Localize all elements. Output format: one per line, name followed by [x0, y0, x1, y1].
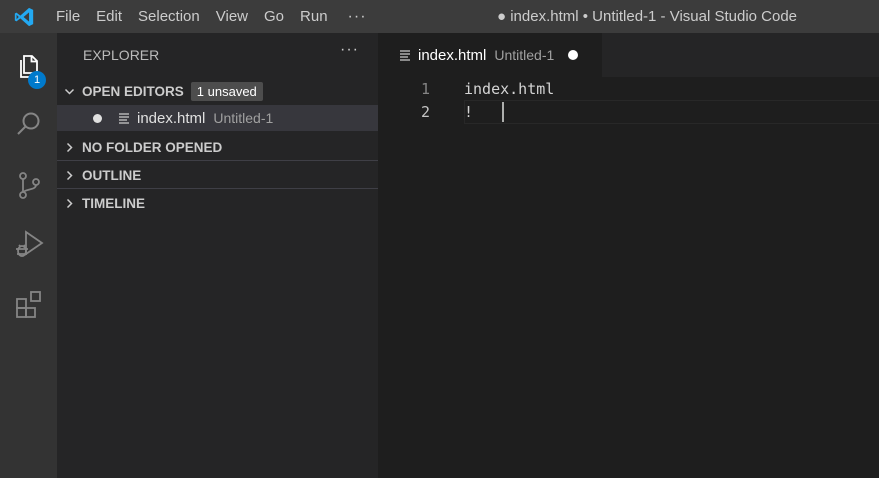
explorer-sidebar: EXPLORER ··· OPEN EDITORS 1 unsaved inde…: [57, 33, 378, 478]
sidebar-more-button[interactable]: ···: [340, 41, 359, 59]
chevron-right-icon: [64, 198, 75, 209]
file-lines-icon: [399, 49, 411, 61]
tab-file-name: index.html: [418, 46, 487, 64]
window-title: ● index.html • Untitled-1 - Visual Studi…: [497, 8, 798, 25]
editor-tab-bar: index.html Untitled-1: [378, 33, 879, 77]
open-editor-item[interactable]: index.html Untitled-1: [57, 105, 378, 131]
section-outline[interactable]: OUTLINE: [57, 161, 378, 189]
menu-edit[interactable]: Edit: [88, 0, 130, 33]
editor-tab[interactable]: index.html Untitled-1: [378, 33, 602, 77]
unsaved-dot-icon: [93, 113, 102, 123]
line-text: !: [464, 103, 474, 121]
explorer-icon[interactable]: 1: [0, 41, 57, 91]
section-label: NO FOLDER OPENED: [82, 139, 223, 155]
search-icon[interactable]: [0, 99, 57, 149]
section-label: OPEN EDITORS: [82, 83, 184, 99]
section-open-editors[interactable]: OPEN EDITORS 1 unsaved: [57, 77, 378, 105]
file-lines-icon: [118, 112, 130, 124]
open-file-description: Untitled-1: [213, 110, 274, 126]
unsaved-badge: 1 unsaved: [190, 81, 263, 101]
tab-file-description: Untitled-1: [494, 47, 555, 63]
code-line-current: 2 !: [378, 100, 879, 124]
chevron-right-icon: [64, 142, 75, 153]
open-file-name: index.html: [137, 109, 206, 127]
vscode-logo-icon: [0, 0, 48, 33]
section-label: OUTLINE: [82, 167, 142, 183]
unsaved-dot-icon[interactable]: [568, 50, 579, 60]
menu-go[interactable]: Go: [256, 0, 292, 33]
menu-file[interactable]: File: [48, 0, 88, 33]
source-control-icon[interactable]: [0, 160, 57, 210]
line-text: index.html: [464, 80, 555, 98]
line-number: 1: [420, 80, 430, 98]
current-line-highlight: [464, 100, 879, 124]
section-timeline[interactable]: TIMELINE: [57, 189, 378, 217]
line-number: 2: [420, 103, 430, 121]
text-cursor: [502, 102, 504, 122]
extensions-icon[interactable]: [0, 280, 57, 330]
menu-view[interactable]: View: [208, 0, 256, 33]
chevron-right-icon: [64, 170, 75, 181]
menu-more-button[interactable]: ···: [336, 8, 379, 26]
explorer-badge: 1: [28, 71, 46, 89]
section-no-folder[interactable]: NO FOLDER OPENED: [57, 133, 378, 161]
chevron-down-icon: [64, 86, 75, 97]
section-label: TIMELINE: [82, 195, 145, 211]
menu-bar: File Edit Selection View Go Run ···: [48, 0, 379, 33]
code-line: 1 index.html: [378, 77, 879, 101]
activity-bar: 1: [0, 33, 57, 478]
run-debug-icon[interactable]: [0, 219, 57, 269]
code-editor[interactable]: 1 index.html 2 !: [378, 77, 879, 478]
menu-run[interactable]: Run: [292, 0, 336, 33]
sidebar-title: EXPLORER: [83, 47, 160, 63]
menu-selection[interactable]: Selection: [130, 0, 208, 33]
title-bar: File Edit Selection View Go Run ··· ● in…: [0, 0, 879, 33]
